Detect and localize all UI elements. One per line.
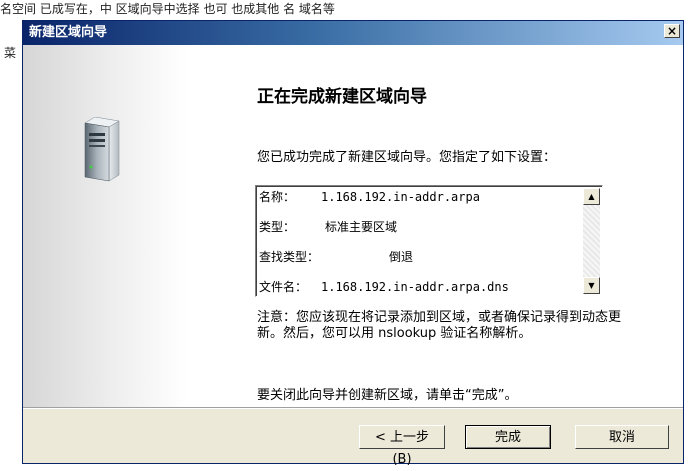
back-button[interactable]: < 上一步(B) — [359, 425, 445, 467]
summary-line-file-name: 文件名： 1.168.192.in-addr.arpa.dns — [259, 276, 582, 306]
settings-summary-lines: 名称： 1.168.192.in-addr.arpa 类型： 标准主要区域 查找类型… — [259, 186, 582, 296]
close-icon: × — [666, 24, 678, 38]
summary-label: 名称： — [259, 190, 296, 204]
finish-button[interactable]: 完成 — [465, 425, 551, 449]
wizard-content: 正在完成新建区域向导 您已成功完成了新建区域向导。您指定了如下设置： 名称： 1.… — [23, 45, 683, 407]
scroll-up-arrow-icon[interactable]: ▲ — [583, 188, 600, 205]
cancel-button[interactable]: 取消 — [575, 425, 669, 449]
summary-value: 倒退 — [389, 250, 414, 264]
settings-summary-box[interactable]: 名称： 1.168.192.in-addr.arpa 类型： 标准主要区域 查找类型… — [255, 185, 603, 297]
wizard-intro-text: 您已成功完成了新建区域向导。您指定了如下设置： — [257, 150, 557, 165]
dialog-title: 新建区域向导 — [29, 25, 108, 40]
summary-line-type: 类型： 标准主要区域 — [259, 216, 582, 246]
summary-value: 标准主要区域 — [325, 220, 398, 234]
background-side-text: 菜 — [4, 46, 17, 60]
new-zone-wizard-dialog: 新建区域向导 × 正在完成新建区域向导 您已成功完成了新建区域向导。您指定了如下… — [22, 20, 684, 467]
summary-label: 类型： — [259, 220, 296, 234]
wizard-note-text: 注意：您应该现在将记录添加到区域，或者确保记录得到动态更新。然后，您可以用 ns… — [257, 310, 622, 341]
summary-line-name: 名称： 1.168.192.in-addr.arpa — [259, 186, 582, 216]
summary-label: 文件名： — [259, 280, 308, 294]
summary-value: 1.168.192.in-addr.arpa — [321, 190, 480, 204]
close-button[interactable]: × — [664, 24, 680, 38]
background-text: 名空间 已成写在，中 区域向导中选择 也可 也成其他 名 域名等 — [0, 2, 335, 16]
summary-scrollbar[interactable]: ▲ ▼ — [583, 188, 600, 294]
wizard-side-panel — [23, 45, 187, 407]
server-icon — [84, 117, 120, 182]
summary-label: 查找类型： — [259, 250, 320, 264]
wizard-closing-text: 要关闭此向导并创建新区域，请单击“完成”。 — [257, 388, 518, 403]
scroll-down-arrow-icon[interactable]: ▼ — [583, 277, 600, 294]
dialog-titlebar[interactable]: 新建区域向导 × — [23, 21, 683, 45]
summary-line-lookup-type: 查找类型： 倒退 — [259, 246, 582, 276]
summary-value: 1.168.192.in-addr.arpa.dns — [321, 280, 509, 294]
wizard-heading: 正在完成新建区域向导 — [257, 87, 427, 107]
button-separator — [23, 407, 683, 409]
